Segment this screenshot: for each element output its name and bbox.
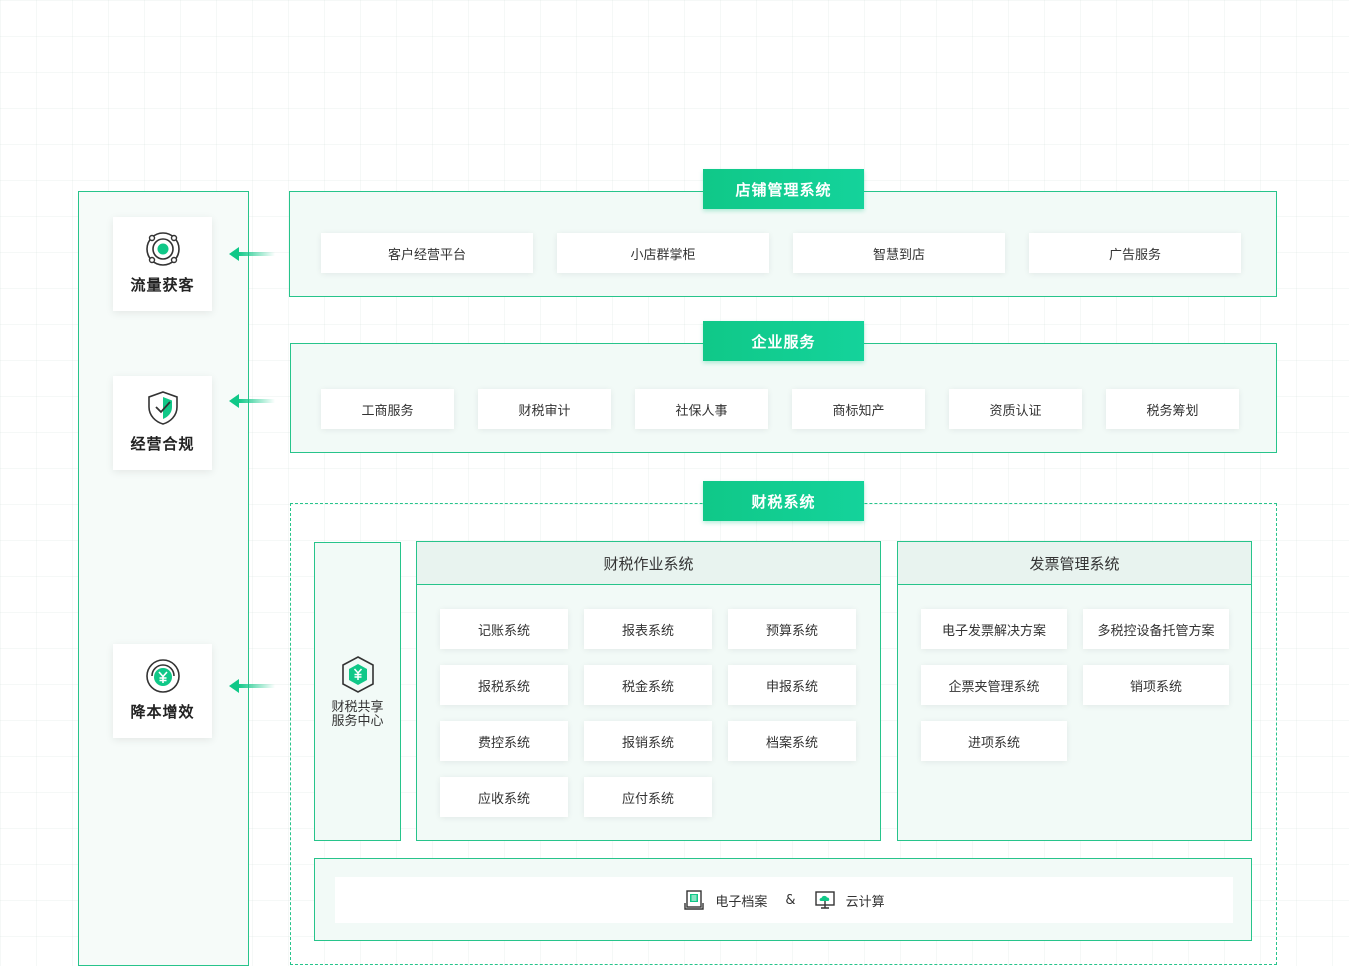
store-management-title: 店铺管理系统 <box>703 169 864 209</box>
target-icon <box>145 232 180 266</box>
ampersand: & <box>785 892 796 908</box>
tax-operations-title: 财税作业系统 <box>417 542 880 585</box>
store-item[interactable]: 智慧到店 <box>793 233 1005 273</box>
enterprise-item[interactable]: 商标知产 <box>792 389 925 429</box>
archive-label: 电子档案 <box>715 894 768 910</box>
shared-service-center: 财税共享 服务中心 <box>314 542 401 841</box>
infrastructure-inner: 电子档案 & 云计算 <box>335 877 1233 923</box>
invoice-management-title: 发票管理系统 <box>898 542 1251 585</box>
infrastructure-bar: 电子档案 & 云计算 <box>314 858 1252 941</box>
yuan-coin-icon <box>145 659 180 693</box>
operations-item[interactable]: 预算系统 <box>728 609 856 649</box>
enterprise-services-title: 企业服务 <box>703 321 864 361</box>
enterprise-item[interactable]: 税务筹划 <box>1106 389 1239 429</box>
operations-item[interactable]: 申报系统 <box>728 665 856 705</box>
store-item[interactable]: 广告服务 <box>1029 233 1241 273</box>
shared-center-line1: 财税共享 <box>331 699 384 715</box>
store-item[interactable]: 客户经营平台 <box>321 233 533 273</box>
arrow-left-icon <box>229 394 275 408</box>
capability-label: 降本增效 <box>130 703 195 721</box>
operations-item[interactable]: 应收系统 <box>440 777 568 817</box>
operations-item[interactable]: 报表系统 <box>584 609 712 649</box>
enterprise-item[interactable]: 工商服务 <box>321 389 454 429</box>
invoice-item[interactable]: 销项系统 <box>1083 665 1229 705</box>
operations-item[interactable]: 报销系统 <box>584 721 712 761</box>
cloud-label: 云计算 <box>845 894 885 910</box>
invoice-item[interactable]: 多税控设备托管方案 <box>1083 609 1229 649</box>
capability-label: 经营合规 <box>130 435 195 453</box>
capability-card-traffic: 流量获客 <box>113 217 212 311</box>
shared-center-line2: 服务中心 <box>331 713 384 729</box>
shield-check-icon <box>147 391 178 425</box>
store-item[interactable]: 小店群掌柜 <box>557 233 769 273</box>
operations-item[interactable]: 税金系统 <box>584 665 712 705</box>
document-archive-icon <box>684 890 705 910</box>
enterprise-item[interactable]: 社保人事 <box>635 389 768 429</box>
operations-item[interactable]: 应付系统 <box>584 777 712 817</box>
capability-card-efficiency: 降本增效 <box>113 644 212 738</box>
cloud-monitor-icon <box>814 891 835 909</box>
arrow-left-icon <box>229 247 275 261</box>
capability-card-compliance: 经营合规 <box>113 376 212 470</box>
enterprise-item[interactable]: 财税审计 <box>478 389 611 429</box>
operations-item[interactable]: 报税系统 <box>440 665 568 705</box>
enterprise-item[interactable]: 资质认证 <box>949 389 1082 429</box>
yuan-cube-icon <box>341 655 374 693</box>
invoice-item[interactable]: 电子发票解决方案 <box>921 609 1067 649</box>
finance-tax-title: 财税系统 <box>703 481 864 521</box>
invoice-item[interactable]: 企票夹管理系统 <box>921 665 1067 705</box>
operations-item[interactable]: 记账系统 <box>440 609 568 649</box>
operations-item[interactable]: 费控系统 <box>440 721 568 761</box>
capability-label: 流量获客 <box>130 276 195 294</box>
arrow-left-icon <box>229 679 275 693</box>
invoice-item[interactable]: 进项系统 <box>921 721 1067 761</box>
operations-item[interactable]: 档案系统 <box>728 721 856 761</box>
